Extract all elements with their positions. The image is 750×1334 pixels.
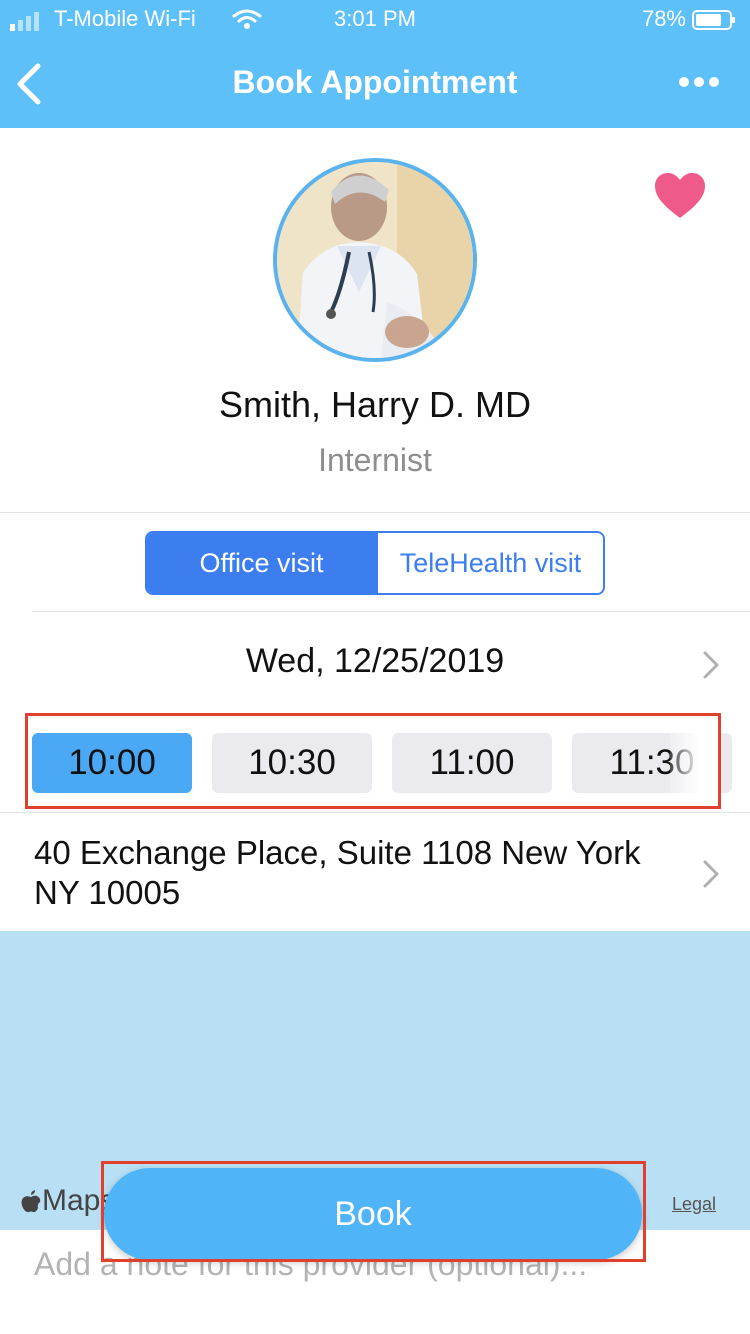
visit-type-segmented-control: Office visit TeleHealth visit <box>145 531 605 595</box>
selected-date: Wed, 12/25/2019 <box>245 642 505 680</box>
provider-avatar <box>273 158 477 362</box>
status-bar: T-Mobile Wi-Fi 3:01 PM 78% <box>0 0 750 40</box>
date-selector[interactable]: Wed, 12/25/2019 <box>0 612 750 712</box>
time-slots-highlight <box>25 713 721 809</box>
legal-link[interactable]: Legal <box>672 1194 716 1215</box>
battery-percentage: 78% <box>641 6 686 31</box>
telehealth-visit-segment[interactable]: TeleHealth visit <box>376 533 603 593</box>
provider-name: Smith, Harry D. MD <box>218 384 531 425</box>
office-visit-segment[interactable]: Office visit <box>147 533 376 593</box>
clock: 3:01 PM <box>334 6 416 31</box>
navigation-bar: Book Appointment <box>0 40 750 128</box>
location-row[interactable]: 40 Exchange Place, Suite 1108 New York N… <box>0 812 750 932</box>
apple-logo-icon <box>21 1190 41 1213</box>
doctor-photo <box>277 162 473 358</box>
page-title: Book Appointment <box>232 64 518 100</box>
provider-specialty: Internist <box>318 442 432 478</box>
battery-icon <box>692 10 735 30</box>
book-button-highlight <box>101 1161 646 1262</box>
heart-icon[interactable] <box>654 172 706 220</box>
provider-address: 40 Exchange Place, Suite 1108 New York N… <box>34 834 641 911</box>
chevron-right-icon <box>703 860 719 888</box>
ellipsis-icon[interactable] <box>678 76 720 88</box>
chevron-right-icon <box>703 651 719 679</box>
